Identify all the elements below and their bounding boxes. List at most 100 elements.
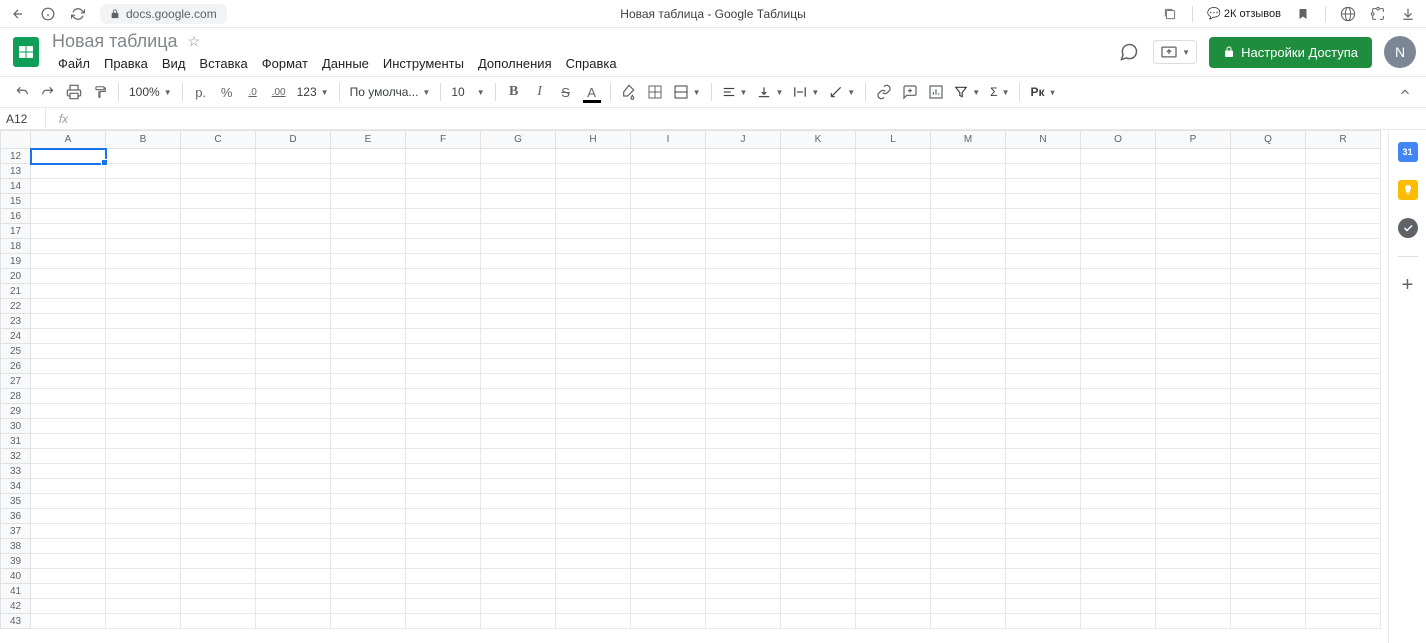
cell[interactable] [106,419,181,434]
cell[interactable] [1231,374,1306,389]
cell[interactable] [181,464,256,479]
cell[interactable] [1081,179,1156,194]
cell[interactable] [931,164,1006,179]
borders-button[interactable] [643,80,667,104]
cell[interactable] [331,269,406,284]
cell[interactable] [1306,329,1381,344]
cell[interactable] [1081,569,1156,584]
cell[interactable] [1306,584,1381,599]
cell[interactable] [556,344,631,359]
row-header[interactable]: 35 [1,494,31,509]
cell[interactable] [1081,449,1156,464]
cell[interactable] [256,359,331,374]
zoom-dropdown[interactable]: 100%▼ [125,80,176,104]
globe-icon[interactable] [1340,6,1356,22]
cell[interactable] [31,374,106,389]
cell[interactable] [856,554,931,569]
comments-icon[interactable] [1117,40,1141,64]
cell[interactable] [1231,209,1306,224]
cell[interactable] [706,584,781,599]
cell[interactable] [556,584,631,599]
cell[interactable] [181,284,256,299]
cell[interactable] [931,359,1006,374]
cell[interactable] [1081,209,1156,224]
cell[interactable] [181,509,256,524]
cell[interactable] [931,464,1006,479]
menu-item[interactable]: Правка [98,54,154,73]
cell[interactable] [406,614,481,629]
cell[interactable] [1006,584,1081,599]
cell[interactable] [256,584,331,599]
cell[interactable] [31,239,106,254]
cell[interactable] [31,509,106,524]
cell[interactable] [31,464,106,479]
functions-button[interactable]: Σ▼ [986,80,1013,104]
cell[interactable] [1231,554,1306,569]
cell[interactable] [1006,224,1081,239]
cell[interactable] [481,479,556,494]
cell[interactable] [106,344,181,359]
cell[interactable] [556,194,631,209]
cell[interactable] [406,584,481,599]
cell[interactable] [1231,149,1306,164]
cell[interactable] [781,359,856,374]
cell[interactable] [406,254,481,269]
cell[interactable] [1081,434,1156,449]
cell[interactable] [256,344,331,359]
keep-icon[interactable] [1398,180,1418,200]
cell[interactable] [781,284,856,299]
italic-button[interactable]: I [528,80,552,104]
cell[interactable] [781,554,856,569]
decrease-decimal-button[interactable]: .0 [241,80,265,104]
cell[interactable] [631,269,706,284]
cell[interactable] [1006,344,1081,359]
cell[interactable] [256,599,331,614]
cell[interactable] [331,344,406,359]
cell[interactable] [256,374,331,389]
cell[interactable] [331,254,406,269]
cell[interactable] [406,239,481,254]
cell[interactable] [181,614,256,629]
cell[interactable] [331,509,406,524]
cell[interactable] [256,389,331,404]
cell[interactable] [856,284,931,299]
column-header[interactable]: O [1081,131,1156,149]
cell[interactable] [1156,509,1231,524]
cell[interactable] [1081,494,1156,509]
cell[interactable] [1231,389,1306,404]
cell[interactable] [631,359,706,374]
cell[interactable] [181,329,256,344]
cell[interactable] [1156,614,1231,629]
cell[interactable] [106,254,181,269]
cell[interactable] [406,374,481,389]
cell[interactable] [781,224,856,239]
cell[interactable] [1306,389,1381,404]
cell[interactable] [1231,509,1306,524]
cell[interactable] [631,194,706,209]
cell[interactable] [256,194,331,209]
cell[interactable] [856,224,931,239]
cell[interactable] [406,419,481,434]
cell[interactable] [331,419,406,434]
cell[interactable] [931,494,1006,509]
cell[interactable] [331,374,406,389]
cell[interactable] [856,374,931,389]
cell[interactable] [706,359,781,374]
cell[interactable] [1306,344,1381,359]
cell[interactable] [631,299,706,314]
cell[interactable] [1081,314,1156,329]
cell[interactable] [181,164,256,179]
cell[interactable] [1156,464,1231,479]
cell[interactable] [631,584,706,599]
cell[interactable] [1231,329,1306,344]
cell[interactable] [1231,539,1306,554]
cell[interactable] [481,239,556,254]
cell[interactable] [781,314,856,329]
column-header[interactable]: C [181,131,256,149]
cell[interactable] [781,509,856,524]
cell[interactable] [181,494,256,509]
cell[interactable] [706,284,781,299]
cell[interactable] [481,554,556,569]
cell[interactable] [556,179,631,194]
column-header[interactable]: I [631,131,706,149]
